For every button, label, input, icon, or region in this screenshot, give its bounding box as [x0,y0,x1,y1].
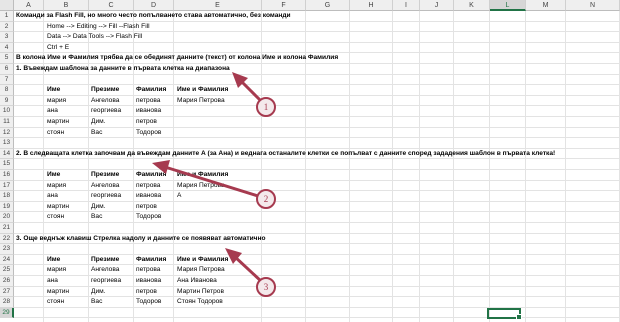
callout-arrow-3: 3 [225,248,276,297]
callout-label-1: 1 [264,102,269,112]
callout-label-2: 2 [264,194,269,204]
callout-label-3: 3 [264,282,269,292]
callout-arrow-1: 1 [232,72,276,117]
callout-arrow-2: 2 [152,160,276,209]
annotation-layer: 1 2 3 [152,72,276,297]
